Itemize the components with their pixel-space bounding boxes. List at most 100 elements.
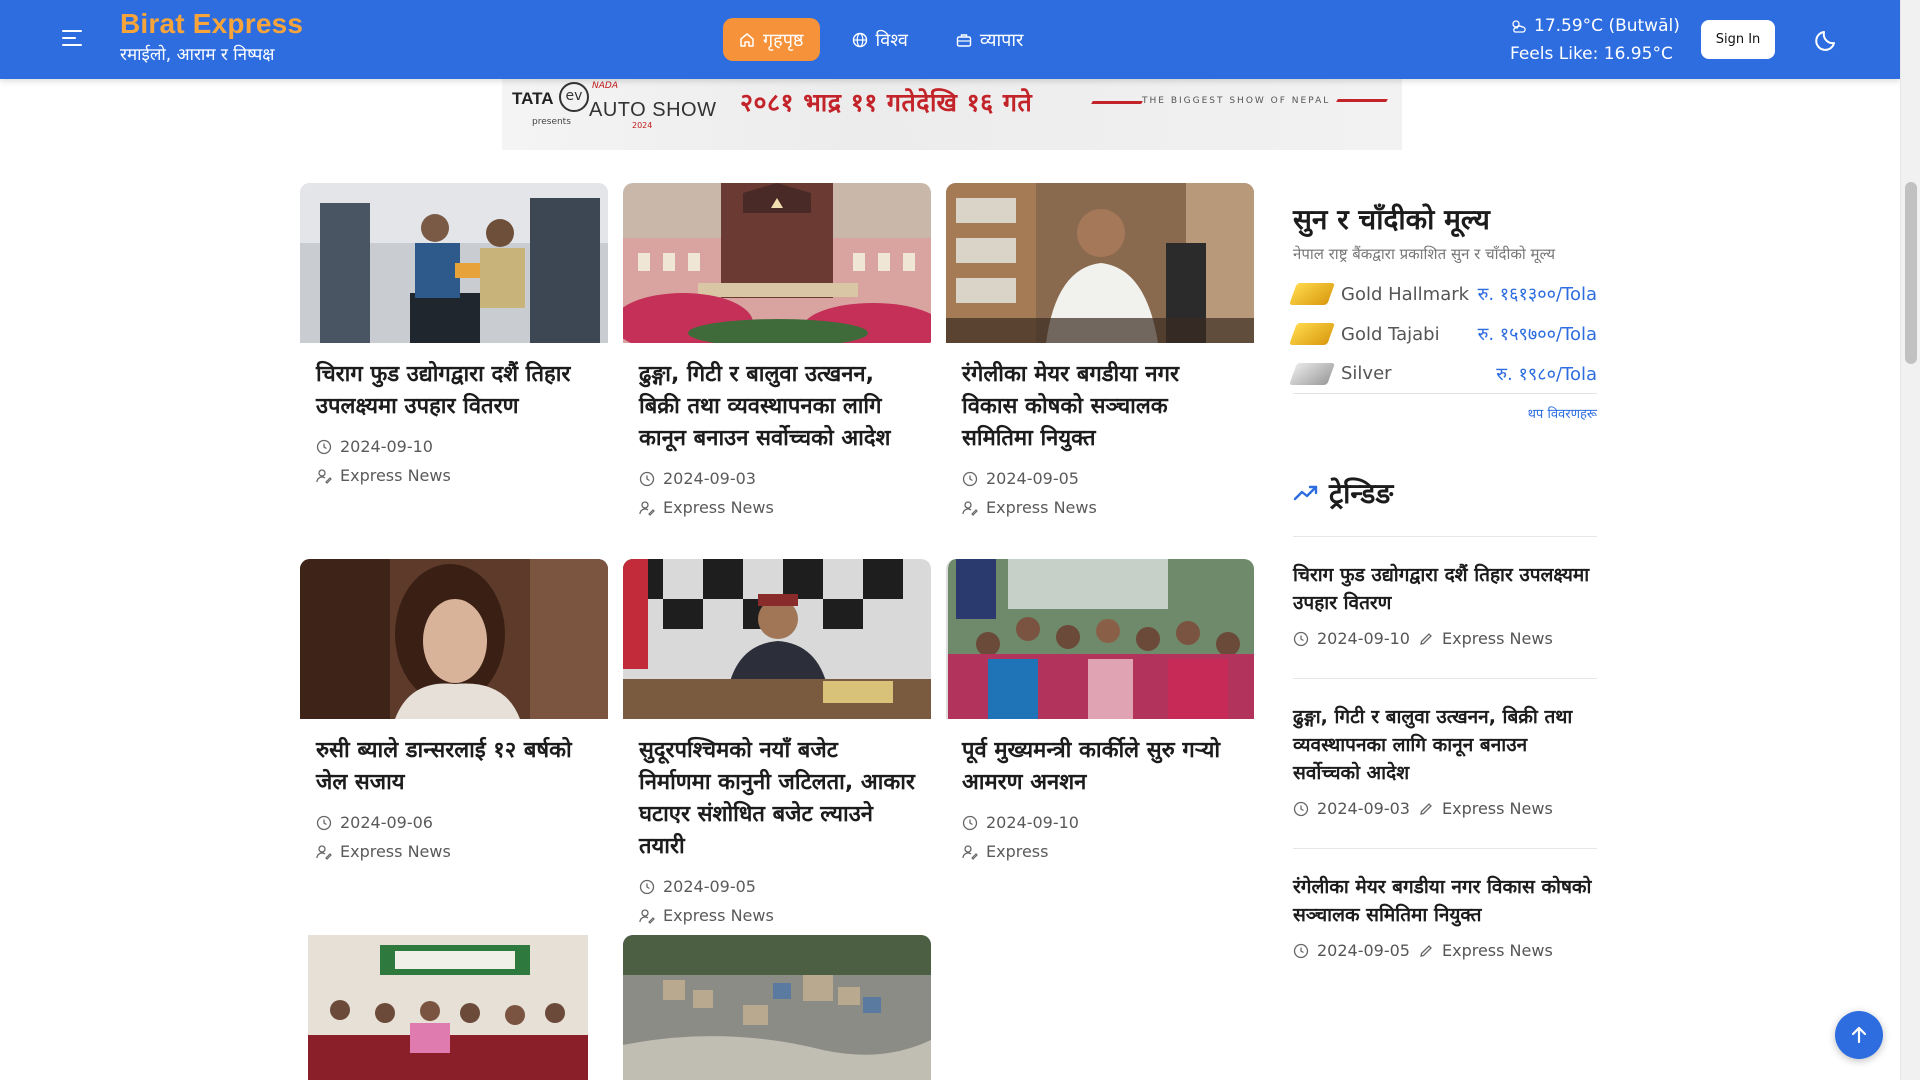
article-author-text[interactable]: Express News bbox=[663, 906, 774, 925]
article-date-text: 2024-09-10 bbox=[986, 813, 1079, 832]
article-date: 2024-09-03 bbox=[639, 469, 931, 488]
article-card[interactable] bbox=[623, 935, 931, 1080]
price-row-gold-tajabi: Gold Tajabi रु. १५९७००/Tola bbox=[1288, 314, 1597, 354]
trending-title: ट्रेन्डिङ bbox=[1329, 477, 1394, 510]
article-date-text: 2024-09-06 bbox=[340, 813, 433, 832]
metals-more-link[interactable]: थप विवरणहरू bbox=[1293, 404, 1597, 422]
site-brand[interactable]: Birat Express रमाईलो, आराम र निष्पक्ष bbox=[120, 8, 303, 65]
article-date-text: 2024-09-03 bbox=[663, 469, 756, 488]
clock-icon bbox=[639, 879, 655, 894]
article-thumbnail[interactable] bbox=[623, 183, 931, 343]
article-card[interactable]: ढुङ्गा, गिटी र बालुवा उत्खनन, बिक्री तथा… bbox=[623, 183, 931, 517]
article-title[interactable]: रुसी ब्याले डान्सरलाई १२ बर्षको जेल सजाय bbox=[316, 735, 592, 799]
nav-item-label: विश्व bbox=[875, 29, 908, 51]
arrow-up-icon bbox=[1851, 1026, 1867, 1044]
main-nav: गृहपृष्ठ विश्व व्यापार bbox=[723, 18, 1039, 61]
trending-item-title[interactable]: रंगेलीका मेयर बगडीया नगर विकास कोषको सञ्… bbox=[1293, 873, 1597, 929]
article-card[interactable]: पूर्व मुख्यमन्त्री कार्कीले सुरु गर्‍यो … bbox=[946, 559, 1254, 861]
article-thumbnail[interactable] bbox=[300, 559, 608, 719]
article-thumbnail[interactable] bbox=[623, 559, 931, 719]
article-author-text[interactable]: Express News bbox=[986, 498, 1097, 517]
article-thumbnail[interactable] bbox=[300, 935, 608, 1080]
banner-dates: २०८१ भाद्र ११ गतेदेखि १६ गते bbox=[740, 88, 1033, 117]
scroll-to-top-button[interactable] bbox=[1835, 1011, 1883, 1059]
page-scrollbar[interactable] bbox=[1900, 0, 1920, 1080]
metal-price: रु. १५९७००/Tola bbox=[1477, 324, 1597, 345]
auto-show-banner-ad[interactable]: TATA ev presents NADA AUTO SHOW 2024 २०८… bbox=[502, 79, 1402, 150]
article-author-text[interactable]: Express bbox=[986, 842, 1048, 861]
article-title[interactable]: पूर्व मुख्यमन्त्री कार्कीले सुरु गर्‍यो … bbox=[962, 735, 1238, 799]
trending-item-meta: 2024-09-03 Express News bbox=[1293, 799, 1597, 818]
brand-name[interactable]: Birat Express bbox=[120, 8, 303, 40]
trending-item: ढुङ्गा, गिटी र बालुवा उत्खनन, बिक्री तथा… bbox=[1293, 679, 1597, 849]
nav-item-world[interactable]: विश्व bbox=[836, 18, 924, 61]
scrollbar-thumb[interactable] bbox=[1905, 182, 1917, 364]
pencil-icon bbox=[1420, 802, 1432, 815]
article-card[interactable]: रंगेलीका मेयर बगडीया नगर विकास कोषको सञ्… bbox=[946, 183, 1254, 517]
article-date: 2024-09-05 bbox=[639, 877, 931, 896]
weather-feels-like: Feels Like: 16.95°C bbox=[1510, 44, 1673, 64]
weather-widget: 17.59°C (Butwāl) Feels Like: 16.95°C bbox=[1510, 12, 1680, 68]
clock-icon bbox=[639, 471, 655, 486]
article-author: Express News bbox=[962, 498, 1254, 517]
trending-item-author[interactable]: Express News bbox=[1442, 799, 1553, 818]
article-title[interactable]: रंगेलीका मेयर बगडीया नगर विकास कोषको सञ्… bbox=[962, 359, 1238, 455]
trending-item-author[interactable]: Express News bbox=[1442, 941, 1553, 960]
clock-icon bbox=[962, 815, 978, 830]
price-row-silver: Silver रु. १९८०/Tola bbox=[1288, 354, 1597, 394]
banner-brand: TATA bbox=[512, 89, 554, 108]
metal-name: Gold Hallmark bbox=[1341, 283, 1470, 305]
hamburger-menu-icon[interactable] bbox=[62, 28, 86, 48]
price-row-gold-hallmark: Gold Hallmark रु. १६१३००/Tola bbox=[1288, 274, 1597, 314]
trending-item-date: 2024-09-10 bbox=[1317, 629, 1410, 648]
banner-organizer: NADA bbox=[592, 81, 618, 91]
metals-subtitle: नेपाल राष्ट्र बैंकद्वारा प्रकाशित सुन र … bbox=[1293, 245, 1556, 263]
clock-icon bbox=[1293, 801, 1309, 816]
sign-in-button[interactable]: Sign In bbox=[1701, 20, 1775, 59]
article-thumbnail[interactable] bbox=[300, 183, 608, 343]
banner-stripe bbox=[1091, 101, 1143, 104]
article-date-text: 2024-09-05 bbox=[663, 877, 756, 896]
nav-item-home[interactable]: गृहपृष्ठ bbox=[723, 18, 820, 61]
trending-item-date: 2024-09-05 bbox=[1317, 941, 1410, 960]
metal-name: Silver bbox=[1341, 363, 1392, 384]
briefcase-icon bbox=[956, 33, 972, 47]
article-date: 2024-09-06 bbox=[316, 813, 608, 832]
banner-stripe bbox=[1336, 99, 1388, 102]
nav-item-business[interactable]: व्यापार bbox=[940, 18, 1040, 61]
brand-tagline: रमाईलो, आराम र निष्पक्ष bbox=[120, 45, 275, 65]
user-edit-icon bbox=[962, 844, 978, 860]
silver-bar-icon bbox=[1288, 362, 1336, 385]
nav-item-label: गृहपृष्ठ bbox=[763, 29, 804, 51]
article-thumbnail[interactable] bbox=[946, 183, 1254, 343]
clock-icon bbox=[1293, 943, 1309, 958]
trending-item-title[interactable]: चिराग फुड उद्योगद्वारा दशैं तिहार उपलक्ष… bbox=[1293, 561, 1597, 617]
article-title[interactable]: चिराग फुड उद्योगद्वारा दशैं तिहार उपलक्ष… bbox=[316, 359, 592, 423]
article-date: 2024-09-10 bbox=[962, 813, 1254, 832]
trending-item-meta: 2024-09-05 Express News bbox=[1293, 941, 1597, 960]
article-thumbnail[interactable] bbox=[623, 935, 931, 1080]
article-card[interactable]: चिराग फुड उद्योगद्वारा दशैं तिहार उपलक्ष… bbox=[300, 183, 608, 485]
moon-icon[interactable] bbox=[1814, 27, 1840, 53]
article-card[interactable]: सुदूरपश्चिमको नयाँ बजेट निर्माणमा कानुनी… bbox=[623, 559, 931, 925]
pencil-icon bbox=[1420, 632, 1432, 645]
trending-item-author[interactable]: Express News bbox=[1442, 629, 1553, 648]
trending-item: चिराग फुड उद्योगद्वारा दशैं तिहार उपलक्ष… bbox=[1293, 537, 1597, 679]
gold-bar-icon bbox=[1288, 283, 1336, 305]
user-edit-icon bbox=[639, 500, 655, 516]
article-thumbnail[interactable] bbox=[946, 559, 1254, 719]
trending-item-title[interactable]: ढुङ्गा, गिटी र बालुवा उत्खनन, बिक्री तथा… bbox=[1293, 703, 1597, 787]
trending-item-meta: 2024-09-10 Express News bbox=[1293, 629, 1597, 648]
metals-title: सुन र चाँदीको मूल्य bbox=[1293, 203, 1490, 236]
article-author-text[interactable]: Express News bbox=[340, 466, 451, 485]
user-edit-icon bbox=[316, 844, 332, 860]
article-title[interactable]: ढुङ्गा, गिटी र बालुवा उत्खनन, बिक्री तथा… bbox=[639, 359, 915, 455]
banner-ev-logo: ev bbox=[559, 82, 589, 112]
metal-name: Gold Tajabi bbox=[1341, 323, 1440, 345]
article-author-text[interactable]: Express News bbox=[663, 498, 774, 517]
article-title[interactable]: सुदूरपश्चिमको नयाँ बजेट निर्माणमा कानुनी… bbox=[639, 735, 915, 863]
article-author-text[interactable]: Express News bbox=[340, 842, 451, 861]
article-card[interactable]: रुसी ब्याले डान्सरलाई १२ बर्षको जेल सजाय… bbox=[300, 559, 608, 861]
article-card[interactable] bbox=[300, 935, 608, 1080]
metal-price: रु. १६१३००/Tola bbox=[1477, 284, 1597, 305]
